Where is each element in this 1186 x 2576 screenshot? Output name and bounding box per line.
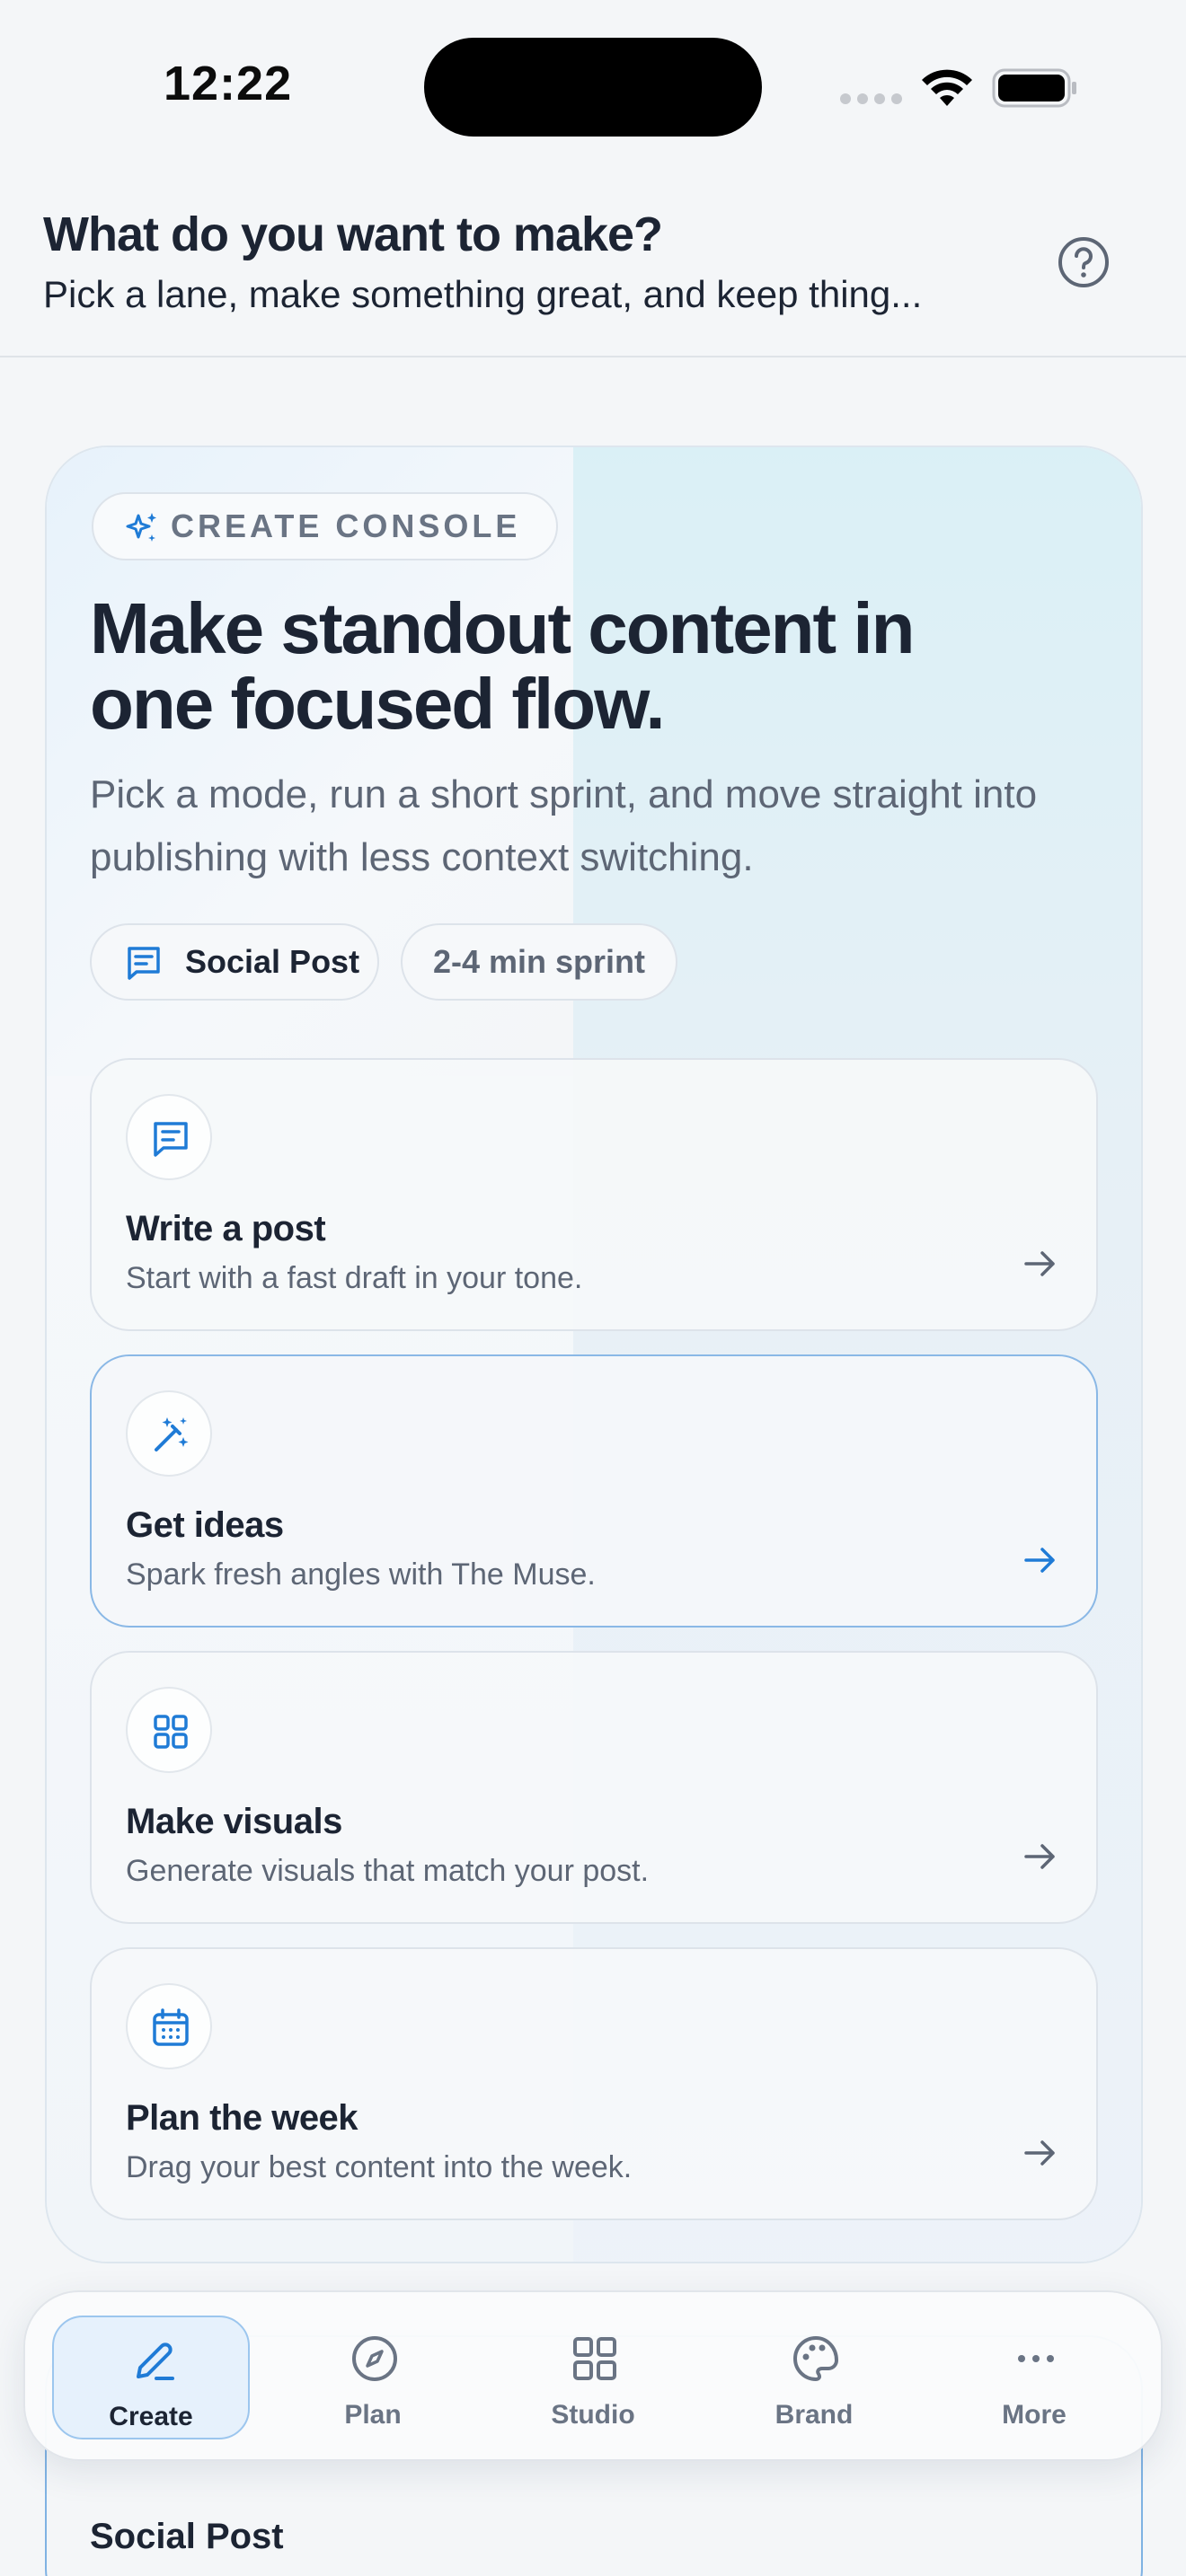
mode-chip-label: Social Post [185,943,360,980]
create-console-label: CREATE CONSOLE [171,507,521,544]
action-title: Get ideas [126,1505,284,1545]
tab-more[interactable]: More [935,2316,1133,2439]
arrow-right-icon [1024,1844,1055,1869]
help-icon[interactable] [1057,235,1111,289]
status-bar: 12:22 [0,0,1186,171]
tab-label: Brand [774,2400,854,2430]
dynamic-island [424,38,762,137]
create-console-card: CREATE CONSOLE Make standout content in … [45,446,1143,2263]
wifi-icon [922,69,972,106]
message-square-icon [128,947,160,980]
tab-label: Create [109,2402,193,2431]
sparkles-icon [126,513,156,542]
arrow-right-icon [1024,1251,1055,1276]
tab-label: Plan [344,2400,402,2430]
tab-brand[interactable]: Brand [715,2316,913,2439]
palette-icon [793,2336,838,2381]
write-a-post-button[interactable]: Write a post Start with a fast draft in … [90,1058,1098,1331]
more-icon [1018,2355,1054,2362]
calendar-icon [153,2008,189,2046]
action-subtitle: Generate visuals that match your post. [126,1854,650,1888]
pencil-icon [137,2342,174,2380]
bottom-tab-bar: Create Plan Studio Brand More [23,2290,1163,2461]
battery-icon [992,68,1076,108]
get-ideas-button[interactable]: Get ideas Spark fresh angles with The Mu… [90,1354,1098,1628]
action-title: Write a post [126,1209,326,1248]
tab-label: More [1002,2400,1067,2430]
make-visuals-icon-wrap [126,1687,212,1773]
compass-icon [352,2336,397,2381]
tab-plan[interactable]: Plan [274,2316,472,2439]
write-post-icon-wrap [126,1094,212,1180]
action-subtitle: Spark fresh angles with The Muse. [126,1557,596,1592]
grid-icon [573,2337,616,2380]
arrow-right-icon [1024,2140,1055,2166]
plan-the-week-button[interactable]: Plan the week Drag your best content int… [90,1947,1098,2220]
page-subtitle: Pick a lane, make something great, and k… [43,273,923,315]
tab-create[interactable]: Create [52,2316,250,2439]
cellular-signal-icon [840,93,903,104]
console-headline: Make standout content in one focused flo… [90,588,916,744]
page-header: What do you want to make? Pick a lane, m… [0,171,1186,357]
action-title: Plan the week [126,2098,358,2138]
action-title: Make visuals [126,1802,342,1841]
social-post-card-title: Social Post [90,2517,284,2556]
action-subtitle: Drag your best content into the week. [126,2150,633,2184]
mode-chip[interactable]: Social Post [90,923,379,1001]
plan-week-icon-wrap [126,1983,212,2069]
page-title: What do you want to make? [43,207,663,261]
create-console-badge: CREATE CONSOLE [92,492,559,560]
status-time: 12:22 [164,57,293,110]
grid-icon [154,1715,188,1749]
get-ideas-icon-wrap [126,1390,212,1477]
tab-label: Studio [551,2400,635,2430]
magic-wand-icon [155,1417,189,1451]
console-description: Pick a mode, run a short sprint, and mov… [90,772,1038,879]
arrow-right-icon [1024,1548,1055,1573]
tab-studio[interactable]: Studio [494,2316,692,2439]
duration-chip: 2-4 min sprint [401,923,677,1001]
message-square-icon [154,1122,188,1157]
action-subtitle: Start with a fast draft in your tone. [126,1261,583,1295]
make-visuals-button[interactable]: Make visuals Generate visuals that match… [90,1651,1098,1924]
